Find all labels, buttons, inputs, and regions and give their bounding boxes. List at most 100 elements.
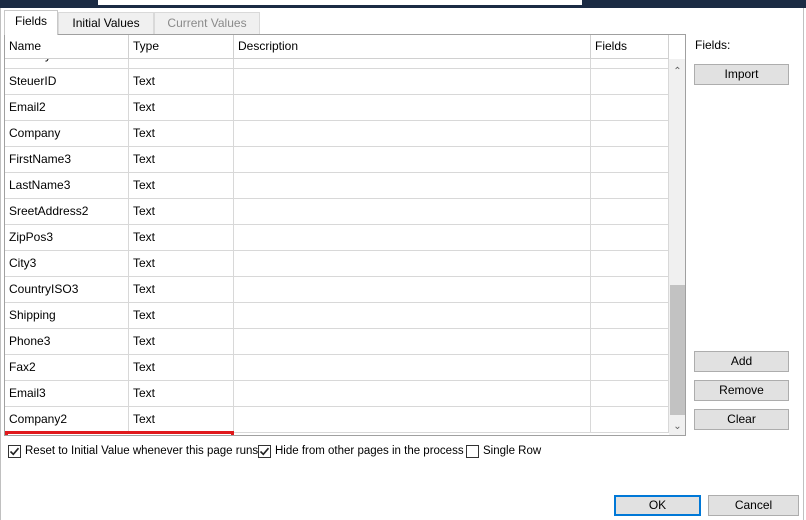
scroll-down-icon[interactable]: ⌄ bbox=[669, 418, 685, 435]
ok-button[interactable]: OK bbox=[614, 495, 701, 516]
column-header-description[interactable]: Description bbox=[234, 35, 591, 58]
cell-fields[interactable] bbox=[591, 59, 669, 68]
cell-fields[interactable] bbox=[591, 147, 669, 172]
cell-type[interactable]: Text bbox=[129, 329, 234, 354]
cell-fields[interactable] bbox=[591, 173, 669, 198]
cell-description[interactable] bbox=[234, 303, 591, 328]
cell-fields[interactable] bbox=[591, 381, 669, 406]
cell-name[interactable]: SteuerID bbox=[5, 69, 129, 94]
table-row-partial[interactable]: Country bbox=[5, 59, 669, 69]
cancel-button[interactable]: Cancel bbox=[708, 495, 799, 516]
cell-name[interactable]: Company2 bbox=[5, 407, 129, 432]
cell-name[interactable]: SreetAddress2 bbox=[5, 199, 129, 224]
vertical-scrollbar[interactable]: ⌃ ⌄ bbox=[669, 59, 685, 435]
cell-name[interactable]: Phone3 bbox=[5, 329, 129, 354]
table-row[interactable]: City3 Text bbox=[5, 251, 669, 277]
cell-name[interactable]: CountryISO3 bbox=[5, 277, 129, 302]
table-row[interactable]: FirstName3 Text bbox=[5, 147, 669, 173]
hide-other-pages-checkbox[interactable]: Hide from other pages in the process bbox=[258, 444, 464, 458]
clear-button[interactable]: Clear bbox=[694, 409, 789, 430]
cell-name[interactable]: Email3 bbox=[5, 381, 129, 406]
cell-fields[interactable] bbox=[591, 329, 669, 354]
cell-fields[interactable] bbox=[591, 355, 669, 380]
cell-description[interactable] bbox=[234, 147, 591, 172]
cell-description[interactable] bbox=[234, 329, 591, 354]
cell-name[interactable]: Company bbox=[5, 121, 129, 146]
cell-name[interactable]: Fax2 bbox=[5, 355, 129, 380]
single-row-checkbox[interactable]: Single Row bbox=[466, 444, 541, 458]
reset-initial-value-checkbox[interactable]: Reset to Initial Value whenever this pag… bbox=[8, 444, 258, 458]
cell-type[interactable]: Text bbox=[129, 199, 234, 224]
cell-type[interactable]: Text bbox=[129, 95, 234, 120]
cell-description[interactable] bbox=[234, 381, 591, 406]
add-button[interactable]: Add bbox=[694, 351, 789, 372]
cell-fields[interactable] bbox=[591, 121, 669, 146]
cell-name[interactable]: LastName3 bbox=[5, 173, 129, 198]
cell-name[interactable]: Email2 bbox=[5, 95, 129, 120]
table-row[interactable]: ZipPos3 Text bbox=[5, 225, 669, 251]
cell-type[interactable]: Text bbox=[129, 69, 234, 94]
cell-description[interactable] bbox=[234, 199, 591, 224]
cell-description[interactable] bbox=[234, 225, 591, 250]
cell-fields[interactable] bbox=[591, 69, 669, 94]
cell-type[interactable]: Text bbox=[129, 173, 234, 198]
cell-description[interactable] bbox=[234, 95, 591, 120]
table-row[interactable]: Email3 Text bbox=[5, 381, 669, 407]
remove-button[interactable]: Remove bbox=[694, 380, 789, 401]
cell-fields[interactable] bbox=[591, 199, 669, 224]
column-header-fields[interactable]: Fields bbox=[591, 35, 669, 58]
cell-description[interactable] bbox=[234, 121, 591, 146]
column-header-name[interactable]: Name bbox=[5, 35, 129, 58]
cell-name[interactable]: Shipping bbox=[5, 303, 129, 328]
import-button[interactable]: Import bbox=[694, 64, 789, 85]
table-row[interactable]: SreetAddress2 Text bbox=[5, 199, 669, 225]
tab-fields[interactable]: Fields bbox=[4, 10, 58, 35]
table-row[interactable]: Email2 Text bbox=[5, 95, 669, 121]
cell-type[interactable]: Text bbox=[129, 147, 234, 172]
cell-description[interactable] bbox=[234, 355, 591, 380]
cell-description[interactable] bbox=[234, 251, 591, 276]
table-row[interactable]: Fax2 Text bbox=[5, 355, 669, 381]
cell-type[interactable]: Text bbox=[129, 407, 234, 432]
checkbox-box[interactable] bbox=[258, 444, 271, 458]
table-row[interactable]: Phone3 Text bbox=[5, 329, 669, 355]
cell-type[interactable]: Text bbox=[129, 121, 234, 146]
cell-description[interactable] bbox=[234, 277, 591, 302]
table-row[interactable]: Company Text bbox=[5, 121, 669, 147]
table-row[interactable]: LastName3 Text bbox=[5, 173, 669, 199]
cell-type[interactable]: Text bbox=[129, 381, 234, 406]
fields-label: Fields: bbox=[695, 38, 731, 52]
cell-name[interactable]: FirstName3 bbox=[5, 147, 129, 172]
cell-fields[interactable] bbox=[591, 277, 669, 302]
cell-fields[interactable] bbox=[591, 407, 669, 432]
scroll-up-icon[interactable]: ⌃ bbox=[669, 63, 685, 80]
cell-fields[interactable] bbox=[591, 303, 669, 328]
tab-initial-values[interactable]: Initial Values bbox=[58, 12, 154, 34]
cell-name[interactable]: City3 bbox=[5, 251, 129, 276]
cell-description[interactable] bbox=[234, 407, 591, 432]
table-row[interactable]: CountryISO3 Text bbox=[5, 277, 669, 303]
scrollbar-thumb[interactable] bbox=[670, 285, 685, 415]
checkbox-box[interactable] bbox=[8, 444, 21, 458]
cell-description[interactable] bbox=[234, 173, 591, 198]
cell-fields[interactable] bbox=[591, 251, 669, 276]
cell-type[interactable] bbox=[129, 59, 234, 68]
table-row[interactable]: SteuerID Text bbox=[5, 69, 669, 95]
column-header-type[interactable]: Type bbox=[129, 35, 234, 58]
table-row[interactable]: Company2 Text bbox=[5, 407, 669, 433]
cell-type[interactable]: Text bbox=[129, 303, 234, 328]
cell-type[interactable]: Text bbox=[129, 225, 234, 250]
checkbox-box[interactable] bbox=[466, 444, 479, 458]
cell-fields[interactable] bbox=[591, 95, 669, 120]
grid-header: Name Type Description Fields bbox=[5, 35, 669, 59]
cell-name[interactable]: ZipPos3 bbox=[5, 225, 129, 250]
cell-description[interactable] bbox=[234, 59, 591, 68]
cell-fields[interactable] bbox=[591, 225, 669, 250]
cell-description[interactable] bbox=[234, 69, 591, 94]
cell-name[interactable]: Country bbox=[5, 59, 129, 68]
fields-grid[interactable]: Name Type Description Fields CountrySteu… bbox=[4, 34, 686, 436]
cell-type[interactable]: Text bbox=[129, 355, 234, 380]
cell-type[interactable]: Text bbox=[129, 277, 234, 302]
cell-type[interactable]: Text bbox=[129, 251, 234, 276]
table-row[interactable]: Shipping Text bbox=[5, 303, 669, 329]
